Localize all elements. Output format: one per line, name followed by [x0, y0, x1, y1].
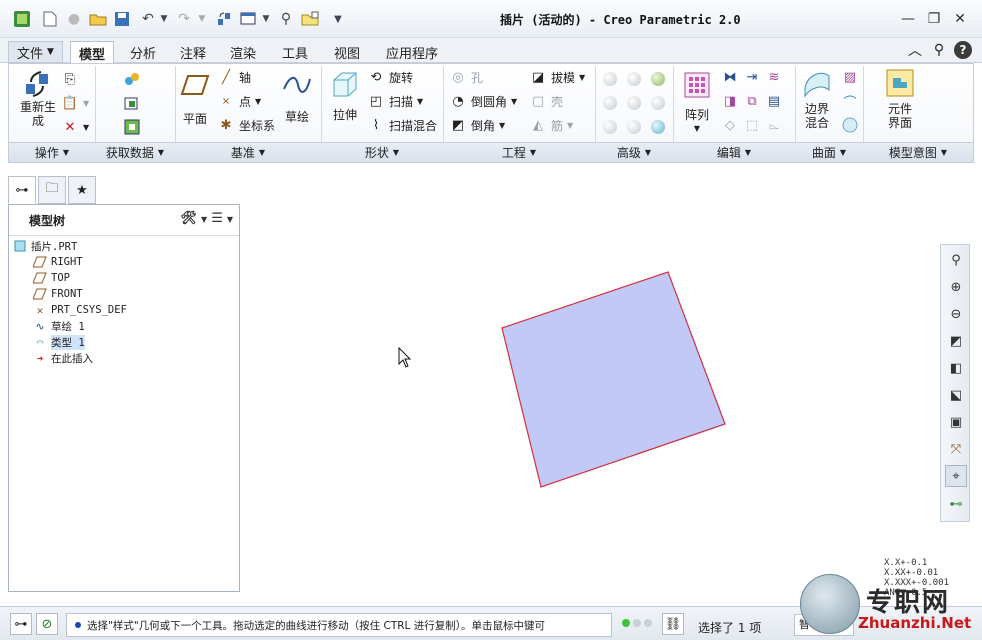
saved-views-icon[interactable]: ⬕	[945, 384, 967, 406]
graphics-window[interactable]	[0, 0, 982, 640]
spin-center-icon[interactable]: ⌖	[945, 465, 967, 487]
message-area: 选择"样式"几何或下一个工具。拖动选定的曲线进行移动（按住 CTRL 进行复制）…	[66, 613, 612, 637]
style-surface[interactable]	[501, 271, 726, 488]
datum-display-icon[interactable]: ⤧	[945, 438, 967, 460]
annotation-display-icon[interactable]: ⊷	[945, 493, 967, 515]
status-light-icon	[633, 619, 641, 627]
display-style-icon[interactable]: ◧	[945, 357, 967, 379]
graphics-toolbar: ⚲ ⊕ ⊖ ◩ ◧ ⬕ ▣ ⤧ ⌖ ⊷	[940, 244, 970, 522]
status-light-icon	[622, 619, 630, 627]
browser-toggle-icon[interactable]: ⊘	[36, 613, 58, 635]
tolerance-line: X.XX+-0.01	[884, 568, 939, 578]
selection-count: 选择了 1 项	[698, 621, 762, 635]
refit-icon[interactable]: ⚲	[945, 249, 967, 271]
view-manager-icon[interactable]: ▣	[945, 411, 967, 433]
regen-status-indicator	[622, 619, 652, 627]
status-light-icon	[644, 619, 652, 627]
mouse-pointer-icon	[398, 347, 412, 368]
tolerance-line: X.X+-0.1	[884, 558, 928, 568]
repaint-icon[interactable]: ◩	[945, 330, 967, 352]
zoom-in-icon[interactable]: ⊕	[945, 276, 967, 298]
watermark-logo-icon	[800, 574, 860, 634]
zoom-out-icon[interactable]: ⊖	[945, 303, 967, 325]
status-message: 选择"样式"几何或下一个工具。拖动选定的曲线进行移动（按住 CTRL 进行复制）…	[87, 619, 545, 632]
watermark-url: Zhuanzhi.Net	[858, 614, 972, 632]
message-bullet-icon	[75, 622, 81, 628]
find-icon[interactable]: ⛓	[662, 613, 684, 635]
navigator-toggle-icon[interactable]: ⊶	[10, 613, 32, 635]
